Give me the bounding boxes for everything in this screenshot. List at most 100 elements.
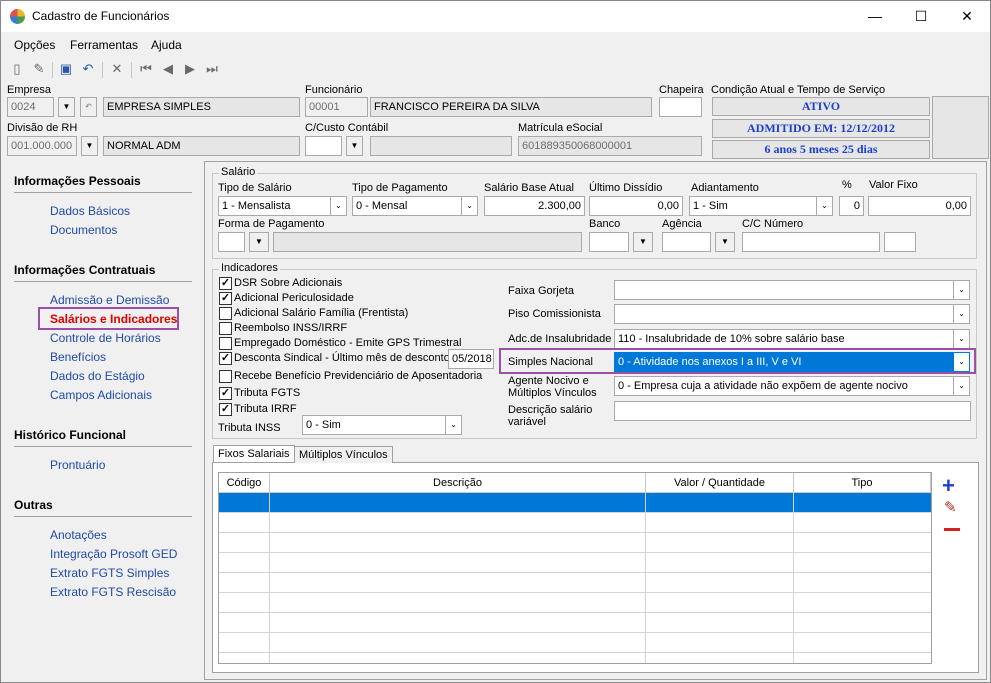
sidebar-item-dados-basicos[interactable]: Dados Básicos xyxy=(50,204,130,218)
tab-multiplos-vinculos[interactable]: Múltiplos Vínculos xyxy=(294,446,393,463)
table-row[interactable] xyxy=(219,513,931,533)
sidebar-item-salarios[interactable]: Salários e Indicadores xyxy=(50,312,177,326)
previous-record-icon[interactable]: ◀ xyxy=(160,61,176,77)
empresa-dropdown-icon[interactable]: ▼ xyxy=(58,97,75,117)
refresh-icon[interactable]: ↶ xyxy=(80,97,97,117)
next-record-icon[interactable]: ▶ xyxy=(182,61,198,77)
sidebar-item-documentos[interactable]: Documentos xyxy=(50,223,117,237)
sindical-mes-field[interactable]: 05/2018 xyxy=(448,349,494,369)
descricao-salario-field[interactable] xyxy=(614,401,971,421)
chevron-down-icon[interactable]: ⌄ xyxy=(953,280,970,300)
empresa-code-field[interactable]: 0024 xyxy=(7,97,54,117)
column-header-tipo[interactable]: Tipo xyxy=(794,473,931,493)
sidebar-item-controle-horarios[interactable]: Controle de Horários xyxy=(50,331,161,345)
fixos-salariais-table[interactable]: Código Descrição Valor / Quantidade Tipo xyxy=(218,472,932,664)
banco-field[interactable] xyxy=(589,232,629,252)
table-row[interactable] xyxy=(219,533,931,553)
checkbox-label[interactable]: DSR Sobre Adicionais xyxy=(234,277,342,289)
percent-field[interactable]: 0 xyxy=(839,196,864,216)
adiantamento-select[interactable]: 1 - Sim xyxy=(689,196,817,216)
cc-numero-field[interactable] xyxy=(742,232,880,252)
save-icon[interactable]: ▣ xyxy=(58,61,74,77)
checkbox[interactable]: ✓ xyxy=(219,403,232,416)
sidebar-item-estagio[interactable]: Dados do Estágio xyxy=(50,369,145,383)
sidebar-item-integracao-ged[interactable]: Integração Prosoft GED xyxy=(50,547,177,561)
first-record-icon[interactable]: ⏮ xyxy=(138,61,154,77)
valor-fixo-field[interactable]: 0,00 xyxy=(868,196,971,216)
checkbox-label[interactable]: Desconta Sindical - Último mês de descon… xyxy=(234,352,450,364)
salario-base-field[interactable]: 2.300,00 xyxy=(484,196,585,216)
close-icon[interactable]: ✕ xyxy=(944,1,990,32)
ultimo-dissidio-field[interactable]: 0,00 xyxy=(589,196,683,216)
sidebar-item-anotacoes[interactable]: Anotações xyxy=(50,528,107,542)
table-row[interactable] xyxy=(219,573,931,593)
checkbox-label[interactable]: Tributa IRRF xyxy=(234,403,297,415)
sidebar-item-beneficios[interactable]: Benefícios xyxy=(50,350,106,364)
edit-icon[interactable]: ✎ xyxy=(31,61,47,77)
sidebar-item-campos-adicionais[interactable]: Campos Adicionais xyxy=(50,388,152,402)
chevron-down-icon[interactable]: ⌄ xyxy=(953,329,970,349)
checkbox[interactable] xyxy=(219,370,232,383)
checkbox-label[interactable]: Adicional Periculosidade xyxy=(234,292,354,304)
new-document-icon[interactable]: ▯ xyxy=(9,61,25,77)
simples-nacional-select[interactable]: 0 - Atividade nos anexos I a III, V e VI xyxy=(614,352,954,372)
tipo-salario-select[interactable]: 1 - Mensalista xyxy=(218,196,333,216)
sidebar-item-extrato-simples[interactable]: Extrato FGTS Simples xyxy=(50,566,169,580)
table-row[interactable] xyxy=(219,633,931,653)
agencia-dropdown-icon[interactable]: ▼ xyxy=(715,232,735,252)
cc-digito-field[interactable] xyxy=(884,232,916,252)
sidebar-item-prontuario[interactable]: Prontuário xyxy=(50,458,105,472)
checkbox-label[interactable]: Adicional Salário Família (Frentista) xyxy=(234,307,408,319)
funcionario-code-field[interactable]: 00001 xyxy=(305,97,368,117)
chevron-down-icon[interactable]: ⌄ xyxy=(330,196,347,216)
table-row[interactable] xyxy=(219,553,931,573)
chevron-down-icon[interactable]: ⌄ xyxy=(445,415,462,435)
maximize-icon[interactable]: ☐ xyxy=(898,1,944,32)
table-row[interactable] xyxy=(219,493,931,513)
delete-icon[interactable]: ✕ xyxy=(109,61,125,77)
table-row[interactable] xyxy=(219,593,931,613)
checkbox-label[interactable]: Reembolso INSS/IRRF xyxy=(234,322,347,334)
checkbox-label[interactable]: Empregado Doméstico - Emite GPS Trimestr… xyxy=(234,337,461,349)
menu-ferramentas[interactable]: Ferramentas xyxy=(70,38,138,52)
piso-comissionista-select[interactable] xyxy=(614,304,954,324)
forma-pagamento-dropdown-icon[interactable]: ▼ xyxy=(249,232,269,252)
add-icon[interactable]: + xyxy=(942,475,955,497)
tipo-pagamento-select[interactable]: 0 - Mensal xyxy=(352,196,463,216)
divisao-code-field[interactable]: 001.000.000 xyxy=(7,136,77,156)
employee-photo[interactable] xyxy=(932,96,989,159)
banco-dropdown-icon[interactable]: ▼ xyxy=(633,232,653,252)
chevron-down-icon[interactable]: ⌄ xyxy=(953,376,970,396)
chevron-down-icon[interactable]: ⌄ xyxy=(816,196,833,216)
undo-icon[interactable]: ↶ xyxy=(80,61,96,77)
checkbox-label[interactable]: Tributa FGTS xyxy=(234,387,300,399)
checkbox[interactable]: ✓ xyxy=(219,387,232,400)
checkbox[interactable]: ✓ xyxy=(219,277,232,290)
column-header-valor[interactable]: Valor / Quantidade xyxy=(646,473,794,493)
chevron-down-icon[interactable]: ⌄ xyxy=(953,304,970,324)
divisao-dropdown-icon[interactable]: ▼ xyxy=(81,136,98,156)
checkbox[interactable] xyxy=(219,322,232,335)
column-header-codigo[interactable]: Código xyxy=(219,473,270,493)
column-header-descricao[interactable]: Descrição xyxy=(270,473,646,493)
menu-opcoes[interactable]: Opções xyxy=(14,38,55,52)
edit-pencil-icon[interactable]: ✎ xyxy=(944,499,957,517)
insalubridade-select[interactable]: 110 - Insalubridade de 10% sobre salário… xyxy=(614,329,954,349)
agente-nocivo-select[interactable]: 0 - Empresa cuja a atividade não expõem … xyxy=(614,376,954,396)
checkbox[interactable]: ✓ xyxy=(219,292,232,305)
custo-code-field[interactable] xyxy=(305,136,342,156)
minimize-icon[interactable]: — xyxy=(852,1,898,32)
tab-fixos-salariais[interactable]: Fixos Salariais xyxy=(213,445,295,462)
chapeira-field[interactable] xyxy=(659,97,702,117)
faixa-gorjeta-select[interactable] xyxy=(614,280,954,300)
sidebar-item-extrato-rescisao[interactable]: Extrato FGTS Rescisão xyxy=(50,585,176,599)
table-row[interactable] xyxy=(219,613,931,633)
chevron-down-icon[interactable]: ⌄ xyxy=(461,196,478,216)
agencia-field[interactable] xyxy=(662,232,711,252)
menu-ajuda[interactable]: Ajuda xyxy=(151,38,182,52)
last-record-icon[interactable]: ⏭ xyxy=(204,61,220,77)
custo-dropdown-icon[interactable]: ▼ xyxy=(346,136,363,156)
checkbox-label[interactable]: Recebe Benefício Previdenciário de Apose… xyxy=(234,370,482,382)
checkbox[interactable]: ✓ xyxy=(219,352,232,365)
remove-icon[interactable] xyxy=(944,528,960,531)
